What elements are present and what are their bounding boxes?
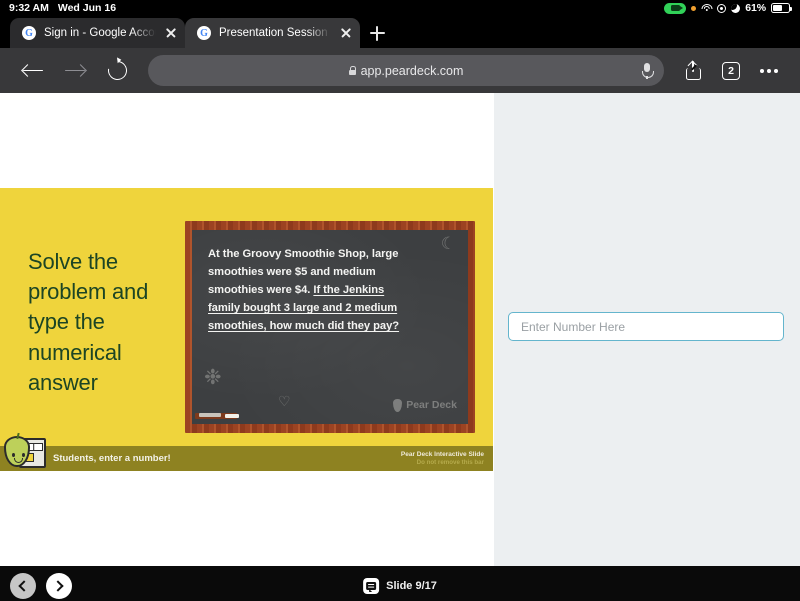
interactive-bar-notice: Pear Deck Interactive Slide Do not remov… xyxy=(401,451,484,466)
slide-image-area: At the Groovy Smoothie Shop, large smoot… xyxy=(185,188,493,471)
tab-title: Sign in - Google Accounts xyxy=(44,27,156,39)
google-g-icon: G xyxy=(22,26,36,40)
chalk-line-3b: If the Jenkins xyxy=(313,283,385,296)
chalk-line-5: smoothies, how much did they pay? xyxy=(208,320,400,333)
pear-deck-mascot-calculator-icon xyxy=(4,432,46,468)
wifi-icon xyxy=(701,3,713,13)
new-tab-button[interactable] xyxy=(360,18,394,48)
chalk-heart-arrow-doodle-icon: ♡ xyxy=(278,392,291,409)
browser-toolbar: app.peardeck.com 2 xyxy=(0,48,800,93)
address-bar[interactable]: app.peardeck.com xyxy=(148,55,664,86)
share-icon xyxy=(685,60,701,80)
google-g-icon: G xyxy=(197,26,211,40)
watermark-label: Pear Deck xyxy=(406,399,457,411)
lock-icon xyxy=(348,66,357,75)
chalkboard: At the Groovy Smoothie Shop, large smoot… xyxy=(192,230,468,424)
more-options-icon xyxy=(759,68,779,73)
status-bar-left: 9:32 AM Wed Jun 16 xyxy=(9,2,116,14)
slide-counter-label: Slide 9/17 xyxy=(386,580,437,592)
answer-pane xyxy=(493,93,800,566)
ipad-safari-window: 9:32 AM Wed Jun 16 61% G Sign in - Googl… xyxy=(0,0,800,601)
slide-counter[interactable]: Slide 9/17 xyxy=(363,578,437,594)
status-date: Wed Jun 16 xyxy=(57,2,117,14)
slide-prompt-area: Solve the problem and type the numerical… xyxy=(0,188,185,471)
battery-icon xyxy=(771,3,792,13)
forward-arrow-icon xyxy=(64,63,87,79)
forward-button[interactable] xyxy=(54,50,96,92)
notice-line-2: Do not remove this bar xyxy=(416,458,484,466)
pear-deck-watermark: Pear Deck xyxy=(393,398,457,412)
tab-title: Presentation Session Stu xyxy=(219,27,331,39)
status-bar-right: 61% xyxy=(664,2,792,14)
chalk-line-4: family bought 3 large and 2 medium xyxy=(208,301,398,314)
chalkboard-problem-text: At the Groovy Smoothie Shop, large smoot… xyxy=(208,245,452,336)
chevron-left-icon xyxy=(18,580,30,592)
tabs-icon: 2 xyxy=(722,61,740,80)
chalk-flower-doodle-icon: ❉ xyxy=(204,365,222,389)
browser-tab-strip: G Sign in - Google Accounts G Presentati… xyxy=(0,16,800,48)
next-slide-button[interactable] xyxy=(46,573,72,599)
status-time: 9:32 AM xyxy=(9,2,49,14)
screen-recording-pill-icon xyxy=(664,2,687,14)
slide-pane: Solve the problem and type the numerical… xyxy=(0,93,493,566)
more-options-button[interactable] xyxy=(750,50,788,92)
microphone-icon[interactable] xyxy=(642,62,654,79)
chalk-tray-icon xyxy=(195,412,255,424)
answer-number-input[interactable] xyxy=(508,312,784,341)
interactive-bar-label: Students, enter a number! xyxy=(53,453,171,464)
chalkboard-frame: At the Groovy Smoothie Shop, large smoot… xyxy=(185,221,475,433)
battery-percent-label: 61% xyxy=(745,2,766,14)
ios-status-bar: 9:32 AM Wed Jun 16 61% xyxy=(0,0,800,16)
close-icon[interactable] xyxy=(339,26,353,40)
deck-navigation-bar: Slide 9/17 xyxy=(0,566,800,601)
address-bar-content: app.peardeck.com xyxy=(148,64,664,78)
back-arrow-icon xyxy=(21,63,44,79)
circle-icon xyxy=(717,3,727,13)
browser-tab-1[interactable]: G Sign in - Google Accounts xyxy=(10,18,185,48)
chalk-line-3a: smoothies were $4. xyxy=(208,283,314,296)
chalk-line-2: smoothies were $5 and medium xyxy=(208,265,376,278)
chalk-line-1: At the Groovy Smoothie Shop, large xyxy=(208,247,399,260)
back-button[interactable] xyxy=(12,50,54,92)
reload-icon xyxy=(103,57,131,84)
pear-deck-interactive-bar: Students, enter a number! Pear Deck Inte… xyxy=(0,436,493,471)
share-button[interactable] xyxy=(674,50,712,92)
previous-slide-button[interactable] xyxy=(10,573,36,599)
web-page-content: Solve the problem and type the numerical… xyxy=(0,93,800,566)
reload-button[interactable] xyxy=(96,50,138,92)
microphone-in-use-dot-icon xyxy=(691,5,697,11)
close-icon[interactable] xyxy=(164,26,178,40)
browser-tab-2[interactable]: G Presentation Session Stu xyxy=(185,18,360,48)
tab-overview-button[interactable]: 2 xyxy=(712,50,750,92)
presentation-slide-icon xyxy=(363,578,380,594)
slide-prompt-text: Solve the problem and type the numerical… xyxy=(28,248,149,396)
url-text: app.peardeck.com xyxy=(360,63,464,78)
pear-logo-icon xyxy=(393,398,403,412)
do-not-disturb-moon-icon xyxy=(731,3,741,13)
presentation-slide: Solve the problem and type the numerical… xyxy=(0,188,493,471)
notice-line-1: Pear Deck Interactive Slide xyxy=(400,450,484,458)
chevron-right-icon xyxy=(52,580,64,592)
